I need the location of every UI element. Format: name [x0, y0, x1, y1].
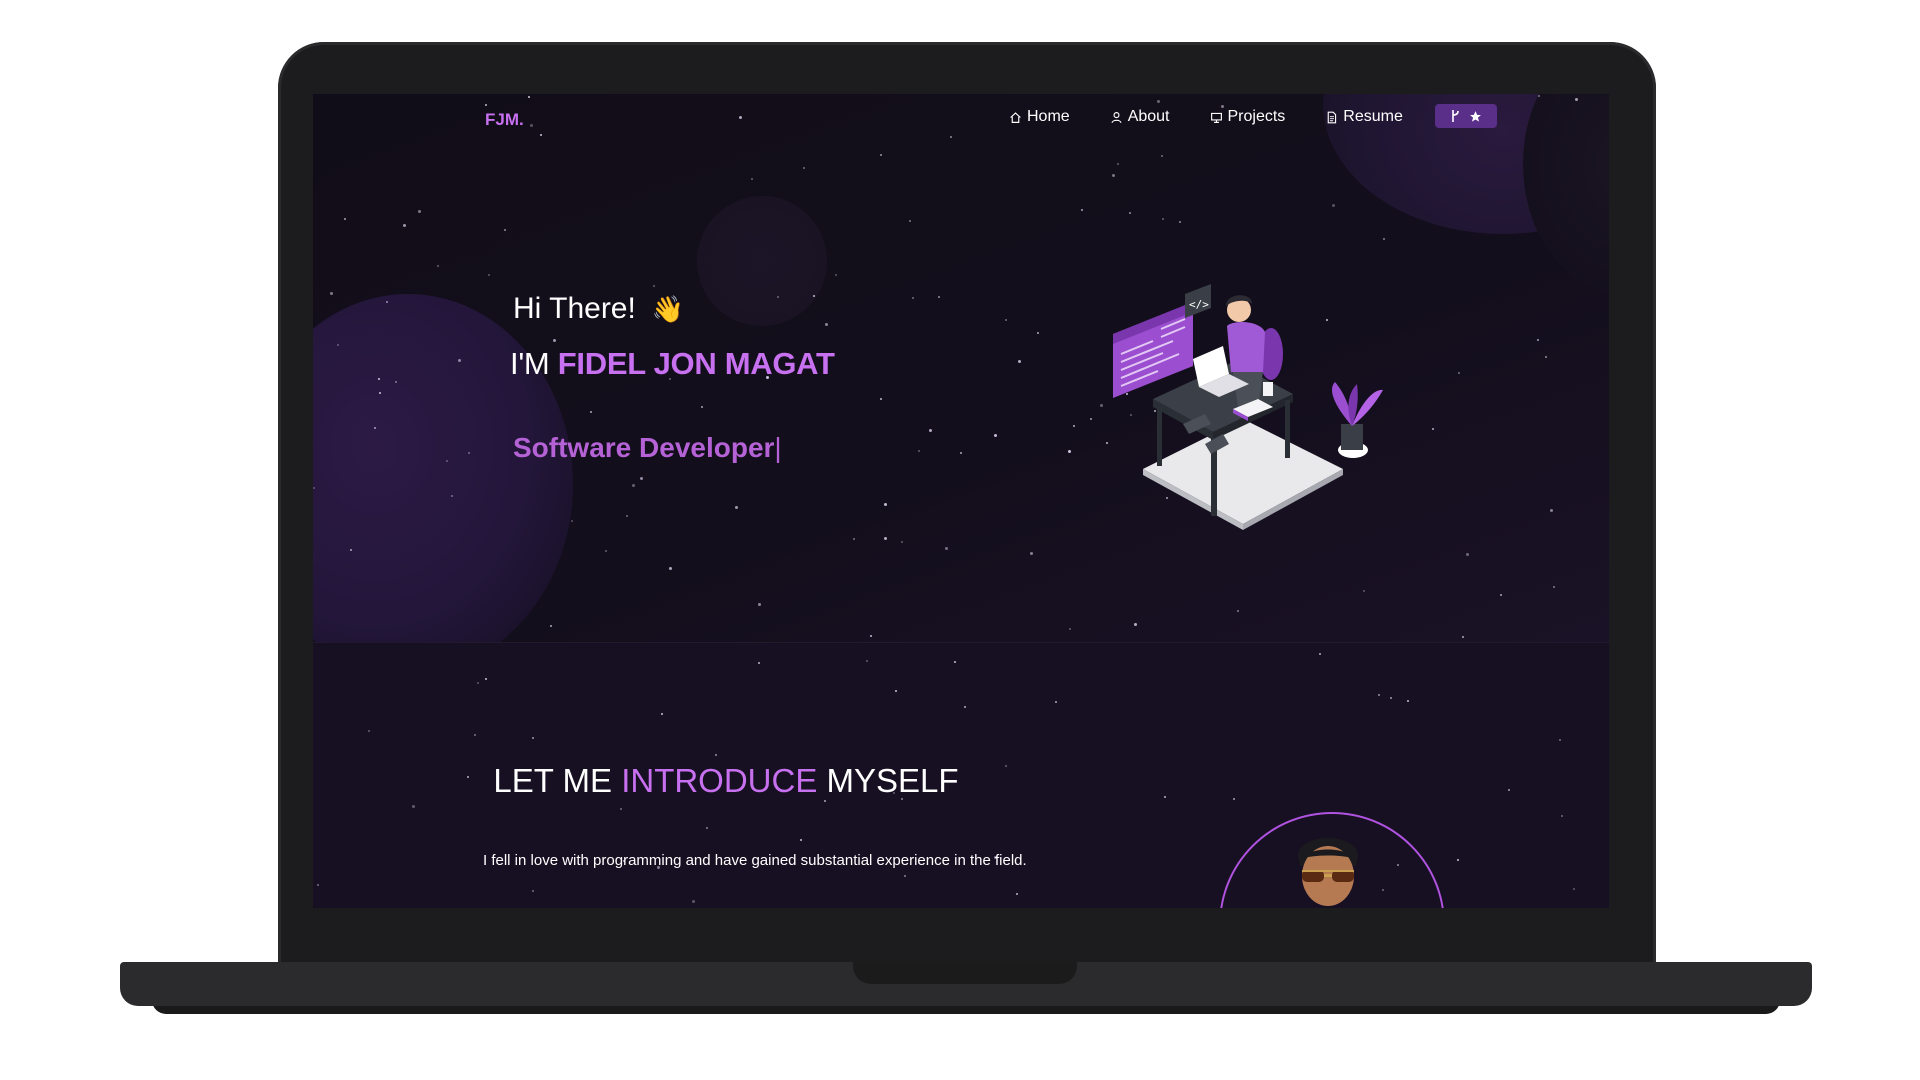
laptop-notch — [853, 962, 1077, 984]
avatar — [1298, 838, 1358, 906]
laptop-mockup-scene: FJM. Home About Projects Resume Hi There… — [0, 0, 1920, 1080]
avatar-clip — [313, 94, 1609, 908]
